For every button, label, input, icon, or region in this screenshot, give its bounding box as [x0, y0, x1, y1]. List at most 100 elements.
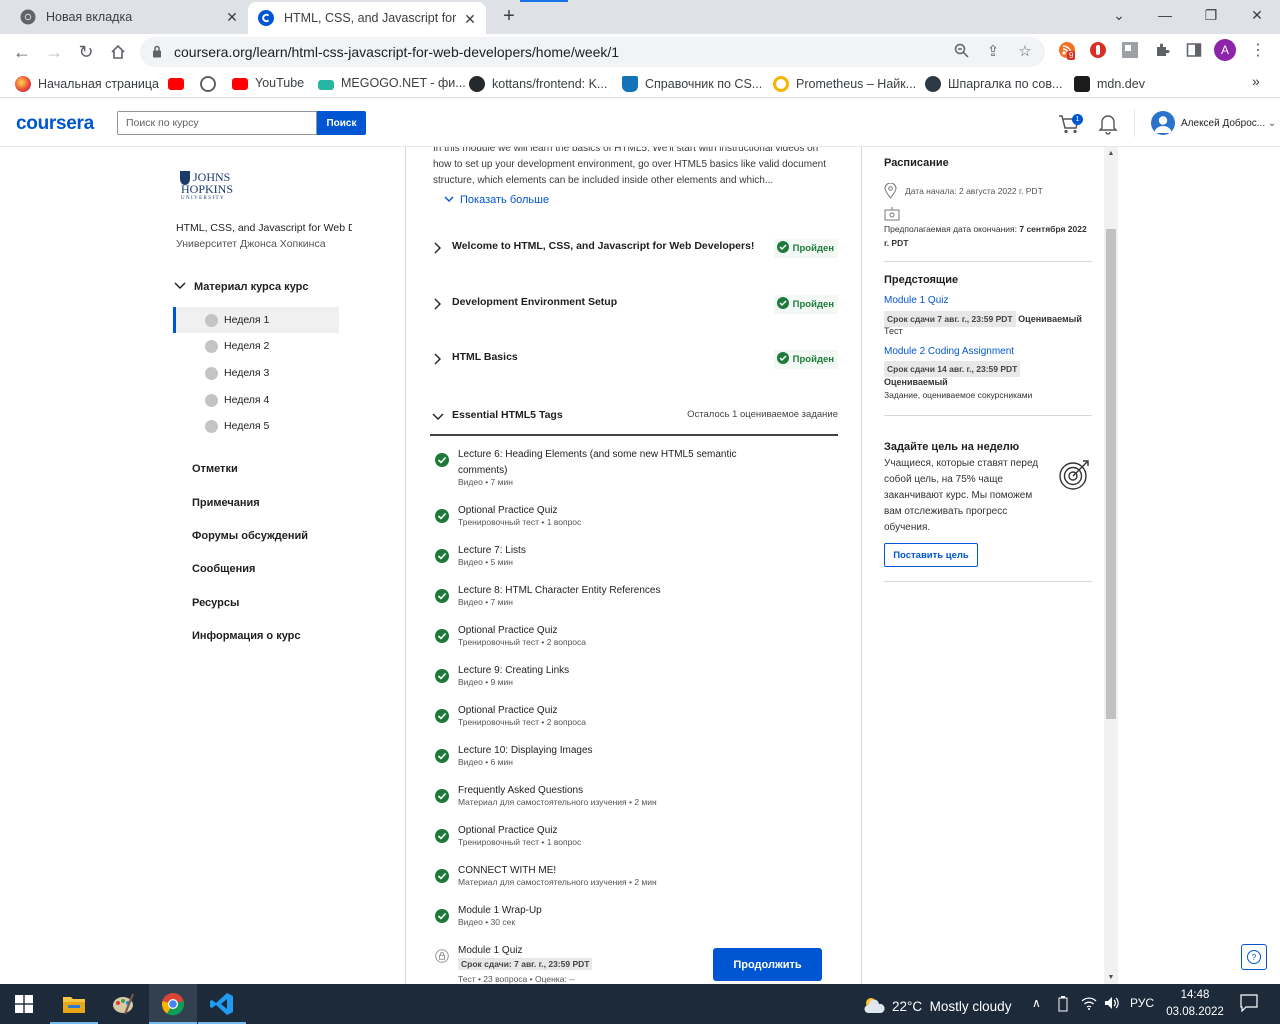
windows-start-icon[interactable]	[0, 984, 48, 1024]
item-meta: Видео • 9 мин	[458, 677, 513, 687]
show-more-link[interactable]: Показать больше	[444, 194, 549, 206]
sidebar-item-week-1[interactable]: Неделя 1	[173, 307, 339, 333]
sidebar-item-week-5[interactable]: Неделя 5	[173, 413, 339, 439]
jhu-logo[interactable]: JOHNS HOPKINS UNIVERSITY	[180, 171, 233, 203]
browser-menu-icon[interactable]: ⋮	[1248, 40, 1268, 60]
bookmark-css-reference[interactable]: Справочник по CS...	[622, 76, 762, 92]
tray-overflow-icon[interactable]: ∧	[1032, 996, 1041, 1010]
extension-window-icon[interactable]	[1120, 40, 1140, 60]
chrome-taskbar-icon[interactable]	[149, 984, 197, 1024]
zoom-icon[interactable]	[952, 43, 970, 61]
bookmark-youtube[interactable]: YouTube	[232, 76, 304, 90]
vscode-icon[interactable]	[198, 984, 246, 1024]
sidebar-item-resources[interactable]: Ресурсы	[192, 597, 239, 609]
week-label: Неделя 3	[224, 367, 270, 379]
set-goal-button[interactable]: Поставить цель	[884, 543, 978, 567]
page-scrollbar[interactable]: ▲ ▼	[1104, 147, 1118, 984]
end-date: Предполагаемая дата окончания: 7 сентябр…	[884, 222, 1089, 250]
course-search-input[interactable]	[117, 111, 317, 135]
bookmark-kottans[interactable]: kottans/frontend: K...	[469, 76, 607, 92]
profile-avatar[interactable]: A	[1214, 39, 1236, 61]
bookmark-cheatsheet[interactable]: Шпаргалка по сов...	[925, 76, 1062, 92]
side-panel-icon[interactable]	[1184, 40, 1204, 60]
divider	[884, 581, 1092, 582]
course-material-label: Материал курса курс	[194, 281, 309, 293]
bookmarks-bar: Начальная страница YouTube MEGOGO.NET - …	[0, 70, 1280, 98]
forward-icon[interactable]: →	[42, 40, 66, 64]
close-window-icon[interactable]: ✕	[1234, 0, 1280, 30]
username[interactable]: Алексей Доброс... ⌄	[1181, 118, 1276, 129]
sidebar-item-messages[interactable]: Сообщения	[192, 563, 255, 575]
sidebar-item-forums[interactable]: Форумы обсуждений	[192, 530, 308, 542]
sidebar-item-course-info[interactable]: Информация о курс	[192, 630, 301, 642]
notifications-icon[interactable]	[1240, 994, 1258, 1015]
due-date-badge: Срок сдачи: 7 авг. г., 23:59 PDT	[458, 958, 593, 970]
sidebar-item-grades[interactable]: Отметки	[192, 463, 238, 475]
clock-date: 03.08.2022	[1166, 1006, 1224, 1018]
browser-tab-coursera[interactable]: HTML, CSS, and Javascript for Web Develo…	[248, 2, 486, 34]
input-language[interactable]: РУС	[1130, 996, 1154, 1010]
help-icon[interactable]: ?	[1241, 944, 1267, 970]
file-explorer-icon[interactable]	[50, 984, 98, 1024]
bookmark-globe[interactable]	[200, 76, 223, 92]
tab-search-icon[interactable]: ⌄	[1096, 0, 1142, 30]
share-icon[interactable]: ⇪	[984, 43, 1002, 61]
tab-title: Новая вкладка	[46, 10, 133, 24]
scroll-up-icon[interactable]: ▲	[1107, 150, 1115, 157]
restore-icon[interactable]: ❐	[1188, 0, 1234, 30]
more-bookmarks-icon[interactable]: »	[1252, 73, 1260, 89]
bookmark-prometheus[interactable]: Prometheus – Найк...	[773, 76, 916, 92]
item-meta: Тренировочный тест • 1 вопрос	[458, 517, 582, 527]
extension-rss-icon[interactable]: 9	[1057, 40, 1077, 60]
scroll-down-icon[interactable]: ▼	[1107, 974, 1115, 981]
lesson-html-basics[interactable]: HTML Basics Пройден	[430, 340, 838, 380]
sidebar-item-week-3[interactable]: Неделя 3	[173, 360, 339, 386]
continue-button[interactable]: Продолжить	[713, 948, 822, 981]
sidebar-item-week-2[interactable]: Неделя 2	[173, 333, 339, 359]
home-icon[interactable]	[106, 40, 130, 64]
lesson-essential-tags[interactable]: Essential HTML5 Tags Осталось 1 оценивае…	[430, 404, 838, 436]
extensions-puzzle-icon[interactable]	[1152, 40, 1172, 60]
battery-icon[interactable]	[1058, 996, 1068, 1015]
browser-tab-new[interactable]: Новая вкладка ✕	[0, 0, 248, 34]
goal-description: Учащиеся, которые ставят перед собой цел…	[884, 458, 1039, 533]
address-bar[interactable]: coursera.org/learn/html-css-javascript-f…	[140, 37, 1045, 67]
lesson-welcome[interactable]: Welcome to HTML, CSS, and Javascript for…	[430, 229, 838, 269]
upcoming-link-module1-quiz[interactable]: Module 1 Quiz	[884, 295, 948, 306]
bookmark-star-icon[interactable]: ☆	[1016, 43, 1034, 61]
coursera-logo[interactable]: coursera	[16, 113, 94, 135]
new-tab-icon[interactable]: +	[498, 6, 520, 28]
wifi-icon[interactable]	[1081, 996, 1097, 1013]
user-avatar[interactable]	[1151, 111, 1175, 135]
sidebar-item-notes[interactable]: Примечания	[192, 497, 260, 509]
lock-icon[interactable]	[152, 45, 162, 63]
bookmark-megogo[interactable]: MEGOGO.NET - фи...	[318, 76, 466, 90]
bookmark-label: YouTube	[255, 76, 305, 90]
volume-icon[interactable]	[1104, 996, 1120, 1013]
week-status-icon	[205, 393, 218, 407]
close-tab-icon[interactable]: ✕	[462, 11, 478, 27]
notifications-bell-icon[interactable]	[1098, 113, 1120, 135]
minimize-icon[interactable]: —	[1142, 0, 1188, 30]
bookmark-youtube-icon-only[interactable]	[168, 76, 191, 90]
lesson-dev-env[interactable]: Development Environment Setup Пройден	[430, 285, 838, 325]
extension-shield-icon[interactable]	[1088, 40, 1108, 60]
reload-icon[interactable]: ↻	[74, 40, 98, 64]
week-content: In this module we will learn the basics …	[405, 147, 862, 984]
paint-icon[interactable]	[99, 984, 147, 1024]
course-material-toggle[interactable]: Материал курса курс	[174, 281, 309, 293]
bookmark-start-page[interactable]: Начальная страница	[15, 76, 159, 92]
browser-tabstrip: Новая вкладка ✕ HTML, CSS, and Javascrip…	[0, 0, 1280, 34]
course-name[interactable]: HTML, CSS, and Javascript for Web Develo…	[176, 222, 352, 234]
system-clock[interactable]: 14:48 03.08.2022	[1166, 987, 1224, 1021]
weather-widget[interactable]: 22°C Mostly cloudy	[862, 995, 1011, 1018]
right-panel: Расписание Дата начала: 2 августа 2022 г…	[862, 147, 1104, 984]
sidebar-item-week-4[interactable]: Неделя 4	[173, 387, 339, 413]
bookmark-mdn[interactable]: mdn.dev	[1074, 76, 1145, 92]
back-icon[interactable]: ←	[10, 40, 34, 64]
close-tab-icon[interactable]: ✕	[224, 9, 240, 25]
scrollbar-thumb[interactable]	[1106, 229, 1116, 719]
search-button[interactable]: Поиск	[317, 111, 366, 135]
youtube-icon	[168, 78, 184, 90]
upcoming-link-module2-assignment[interactable]: Module 2 Coding Assignment	[884, 346, 1014, 357]
